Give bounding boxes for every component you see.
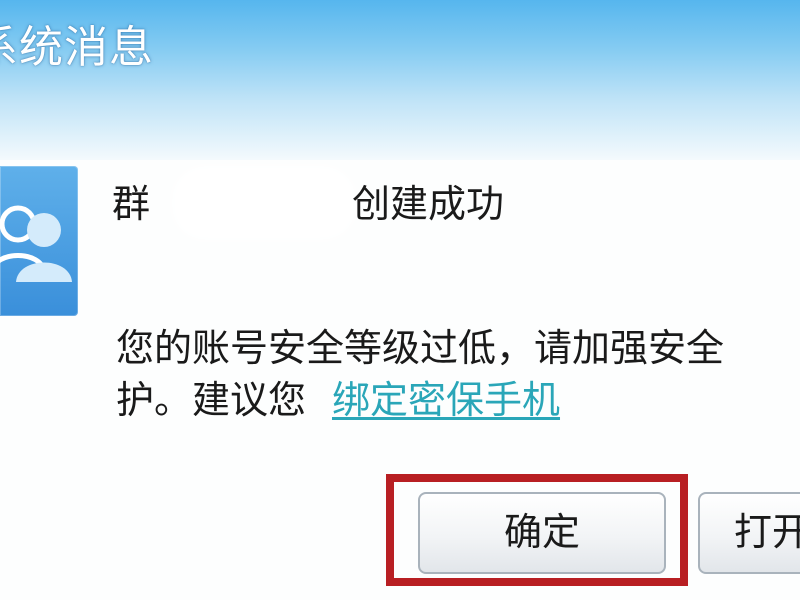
dialog-title: 系统消息 xyxy=(0,22,154,73)
security-warning-text: 您的账号安全等级过低，请加强安全 xyxy=(116,326,725,370)
redacted-group-name xyxy=(178,172,350,234)
highlight-frame xyxy=(386,474,688,586)
title-bar[interactable]: 系统消息 xyxy=(0,0,800,160)
suggestion-text: 护。建议您 xyxy=(116,378,307,422)
group-created-text: 创建成功 xyxy=(352,182,505,226)
group-icon xyxy=(0,205,72,282)
group-avatar xyxy=(0,166,78,316)
system-message-dialog: 系统消息 群 创建成功 您的账号安全等级过低，请加强安全 护。建议您 绑定密保手… xyxy=(0,0,800,600)
bind-phone-link[interactable]: 绑定密保手机 xyxy=(332,376,560,424)
open-button[interactable]: 打开 xyxy=(698,492,800,574)
group-label-prefix: 群 xyxy=(112,182,151,226)
